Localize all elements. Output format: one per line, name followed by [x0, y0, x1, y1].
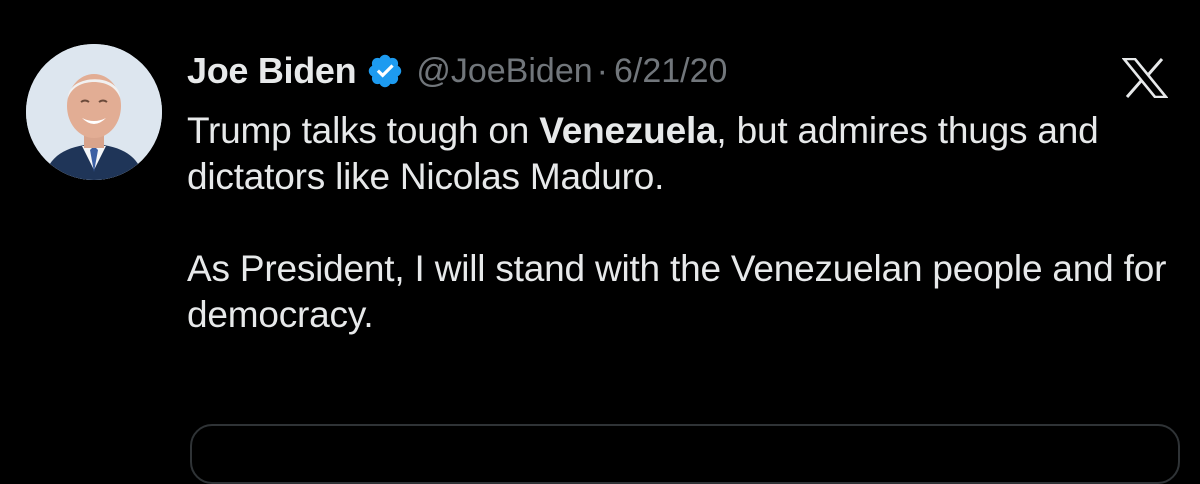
tweet-header: Joe Biden @JoeBiden · 6/21/20 [187, 46, 727, 96]
verified-badge-icon [366, 52, 404, 90]
x-logo-icon[interactable] [1121, 57, 1169, 99]
tweet[interactable]: Joe Biden @JoeBiden · 6/21/20 Trump talk… [0, 0, 1200, 484]
embedded-card[interactable] [190, 424, 1180, 484]
tweet-text: Trump talks tough on Venezuela, but admi… [187, 108, 1177, 338]
tweet-date[interactable]: 6/21/20 [614, 52, 727, 91]
avatar-photo [26, 44, 162, 180]
text-segment: Trump talks tough on [187, 110, 540, 151]
author-handle[interactable]: @JoeBiden [416, 52, 592, 91]
avatar[interactable] [26, 44, 162, 180]
author-display-name[interactable]: Joe Biden [187, 50, 357, 92]
separator-dot: · [596, 51, 608, 90]
text-bold-venezuela: Venezuela [539, 110, 717, 151]
tweet-paragraph-1: Trump talks tough on Venezuela, but admi… [187, 108, 1177, 200]
tweet-paragraph-2: As President, I will stand with the Vene… [187, 248, 1167, 335]
